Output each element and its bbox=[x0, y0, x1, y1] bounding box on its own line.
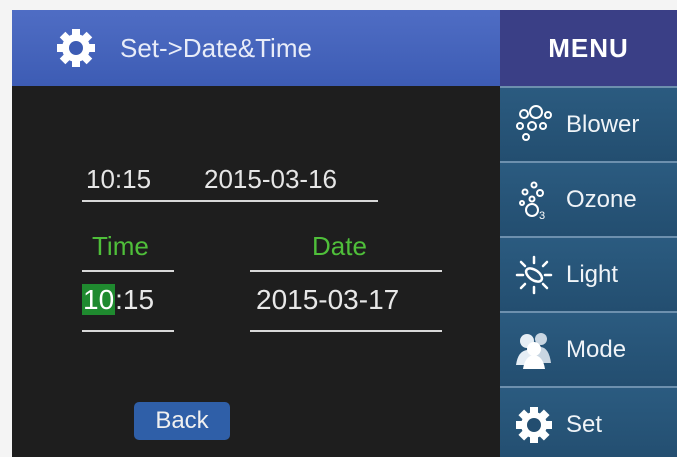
menu-item-mode[interactable]: Mode bbox=[500, 311, 677, 386]
current-time: 10:15 bbox=[86, 164, 152, 194]
menu-item-label: Mode bbox=[566, 335, 627, 363]
light-icon bbox=[510, 253, 558, 297]
gear-icon bbox=[510, 403, 558, 447]
time-field[interactable]: 10:15 bbox=[82, 284, 154, 316]
menu-item-label: Light bbox=[566, 260, 619, 288]
menu-item-label: Blower bbox=[566, 110, 640, 138]
date-field[interactable]: 2015-03-17 bbox=[256, 284, 399, 316]
mode-icon bbox=[510, 328, 558, 372]
menu-item-light[interactable]: Light bbox=[500, 236, 677, 311]
page-title: Set->Date&Time bbox=[120, 32, 312, 63]
device-screen: Set->Date&Time MENU 10:15 2015-03-16 Tim… bbox=[12, 10, 677, 457]
svg-text:3: 3 bbox=[539, 210, 545, 221]
date-divider-top bbox=[250, 270, 442, 272]
menu-item-blower[interactable]: Blower bbox=[500, 86, 677, 161]
date-label: Date bbox=[312, 231, 367, 261]
side-menu: Blower 3 Ozone Light Mode Set bbox=[500, 86, 677, 457]
date-time-panel: 10:15 2015-03-16 Time Date 10:15 2015-03… bbox=[12, 86, 500, 457]
menu-item-label: Ozone bbox=[566, 185, 637, 213]
menu-title: MENU bbox=[500, 10, 677, 86]
date-divider-bottom bbox=[250, 330, 442, 332]
menu-item-label: Set bbox=[566, 410, 603, 438]
time-divider-top bbox=[82, 270, 174, 272]
time-minutes: :15 bbox=[115, 284, 155, 315]
ozone-icon: 3 bbox=[510, 178, 558, 222]
menu-item-ozone[interactable]: 3 Ozone bbox=[500, 161, 677, 236]
blower-icon bbox=[510, 103, 558, 147]
gear-icon bbox=[57, 29, 95, 67]
menu-item-set[interactable]: Set bbox=[500, 386, 677, 457]
current-datetime: 10:15 2015-03-16 bbox=[82, 158, 378, 202]
header-bar: Set->Date&Time bbox=[12, 10, 500, 86]
current-date: 2015-03-16 bbox=[204, 164, 337, 194]
back-button[interactable]: Back bbox=[134, 402, 230, 440]
hour-selected[interactable]: 10 bbox=[82, 284, 116, 315]
time-label: Time bbox=[92, 231, 149, 261]
time-divider-bottom bbox=[82, 330, 174, 332]
